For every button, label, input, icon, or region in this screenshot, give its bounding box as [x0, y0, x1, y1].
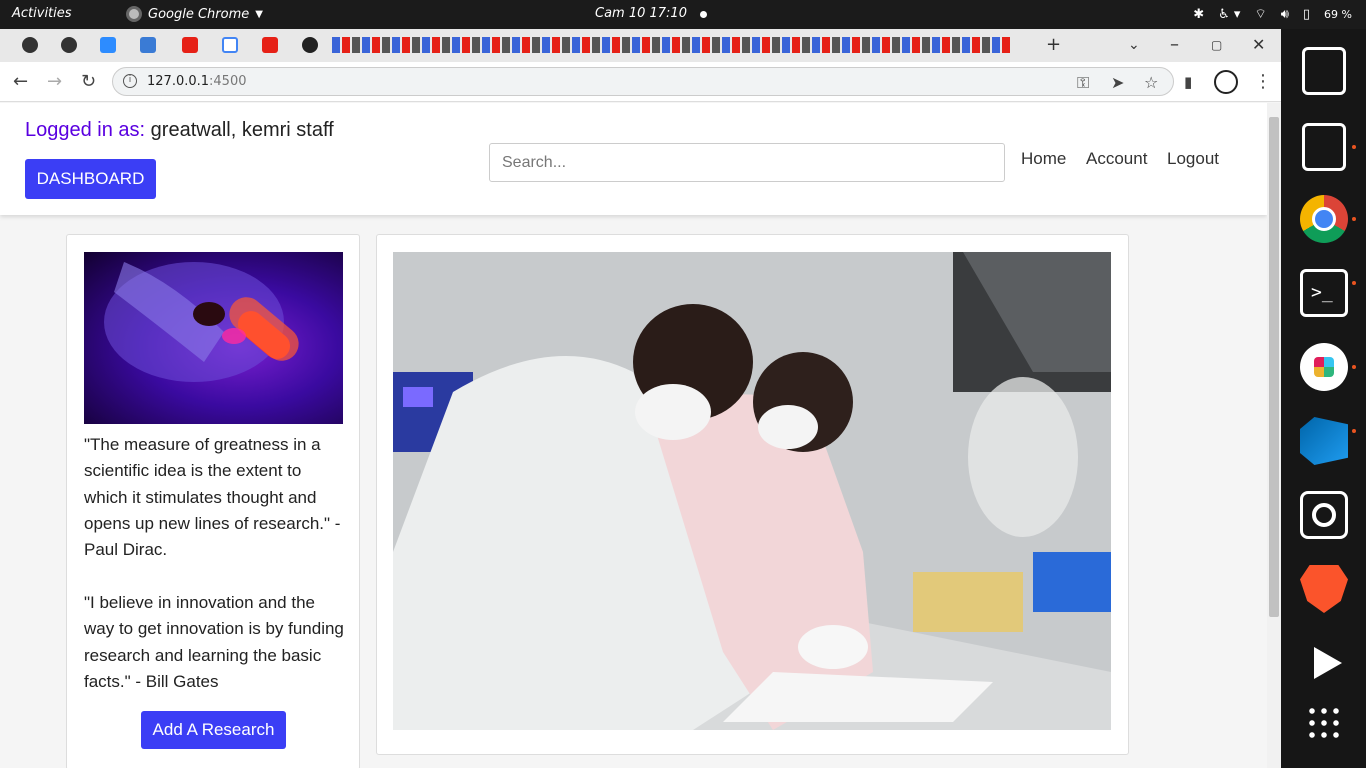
browser-toolbar: ← → ↻ i 127.0.0.1:4500 ⚿ ➤ ☆ ▮ ⋮: [0, 62, 1281, 102]
search-input[interactable]: [489, 143, 1005, 182]
tab-favicon-youtube-2[interactable]: [262, 37, 278, 53]
nav-home-link[interactable]: Home: [1021, 149, 1066, 169]
lab-researchers-image: [393, 252, 1111, 730]
battery-level: 69 %: [1324, 7, 1352, 21]
pinned-tabs-strip[interactable]: [332, 37, 1012, 53]
site-header: Logged in as: greatwall, kemri staff DAS…: [0, 103, 1267, 215]
chrome-small-icon: [126, 6, 142, 22]
obs-icon[interactable]: [1300, 491, 1348, 539]
battery-icon[interactable]: ▯: [1303, 7, 1310, 22]
notification-dot: [700, 11, 707, 18]
forward-icon[interactable]: →: [47, 71, 62, 92]
slack-tray-icon[interactable]: ✱: [1193, 7, 1204, 22]
wifi-icon[interactable]: ⌔: [1254, 6, 1266, 22]
tab-favicon-2[interactable]: [61, 37, 77, 53]
add-research-button[interactable]: Add A Research: [141, 711, 286, 749]
tab-favicon-google[interactable]: [222, 37, 238, 53]
slack-icon[interactable]: [1300, 343, 1348, 391]
side-panel-icon[interactable]: ▮: [1184, 73, 1192, 91]
tab-favicon-4[interactable]: [140, 37, 156, 53]
maximize-icon[interactable]: ▢: [1211, 38, 1222, 52]
address-bar[interactable]: i 127.0.0.1:4500 ⚿ ➤ ☆: [112, 67, 1174, 96]
video-player-icon[interactable]: [1300, 639, 1348, 687]
chevron-down-icon: ▼: [255, 8, 263, 20]
bookmark-star-icon[interactable]: ☆: [1144, 73, 1158, 92]
close-icon[interactable]: ✕: [1252, 35, 1265, 54]
quotes-card: "The measure of greatness in a scientifi…: [66, 234, 360, 768]
terminal-icon[interactable]: >_: [1300, 269, 1348, 317]
brave-icon[interactable]: [1300, 565, 1348, 613]
tab-favicon-zoom[interactable]: [100, 37, 116, 53]
tab-favicon-github[interactable]: [302, 37, 318, 53]
tab-strip: + ⌄ – ▢ ✕: [0, 29, 1281, 62]
url-text[interactable]: 127.0.0.1:4500: [147, 74, 247, 89]
extension-icon[interactable]: [1214, 70, 1238, 94]
url-host: 127.0.0.1: [147, 74, 210, 89]
logged-in-user: greatwall, kemri staff: [150, 119, 334, 141]
url-port: :4500: [209, 74, 247, 89]
logged-in-label: Logged in as:: [25, 119, 146, 141]
tab-favicon-youtube[interactable]: [182, 37, 198, 53]
app-menu[interactable]: Google Chrome ▼: [126, 6, 263, 22]
send-icon[interactable]: ➤: [1111, 73, 1124, 92]
back-icon[interactable]: ←: [13, 71, 28, 92]
chrome-icon[interactable]: [1300, 195, 1348, 243]
quote-dirac: "The measure of greatness in a scientifi…: [84, 435, 341, 560]
accessibility-icon[interactable]: ♿ ▾: [1218, 7, 1240, 22]
file-cabinet-icon[interactable]: [1302, 123, 1346, 171]
dashboard-button[interactable]: DASHBOARD: [25, 159, 156, 199]
running-indicator: [1352, 429, 1356, 433]
reload-icon[interactable]: ↻: [81, 71, 96, 92]
chrome-menu-icon[interactable]: ⋮: [1254, 71, 1272, 92]
page-viewport: Logged in as: greatwall, kemri staff DAS…: [0, 103, 1267, 768]
system-tray[interactable]: ✱ ♿ ▾ ⌔ 🔊︎ ▯ 69 %: [1193, 6, 1352, 23]
tab-favicon-1[interactable]: [22, 37, 38, 53]
text-editor-icon[interactable]: [1302, 47, 1346, 95]
app-dock: >_: [1281, 29, 1366, 768]
logged-in-info: Logged in as: greatwall, kemri staff: [25, 119, 334, 142]
activities-button[interactable]: Activities: [12, 6, 72, 21]
nav-logout-link[interactable]: Logout: [1167, 149, 1219, 169]
nav-account-link[interactable]: Account: [1086, 149, 1147, 169]
new-tab-icon[interactable]: +: [1046, 34, 1061, 55]
vscode-icon[interactable]: [1300, 417, 1348, 465]
clock[interactable]: Cam 10 17:10: [595, 6, 687, 21]
quote-gates: "I believe in innovation and the way to …: [84, 593, 344, 691]
running-indicator: [1352, 217, 1356, 221]
site-info-icon[interactable]: i: [123, 74, 137, 88]
app-grid-icon[interactable]: [1306, 705, 1342, 741]
app-name: Google Chrome: [148, 6, 250, 22]
system-top-bar: Activities Google Chrome ▼ Cam 10 17:10 ✱…: [0, 0, 1366, 29]
key-icon[interactable]: ⚿: [1077, 73, 1089, 93]
scrollbar-thumb[interactable]: [1269, 117, 1279, 617]
running-indicator: [1352, 145, 1356, 149]
tab-search-icon[interactable]: ⌄: [1128, 37, 1140, 53]
running-indicator: [1352, 365, 1356, 369]
running-indicator: [1352, 281, 1356, 285]
page-scrollbar[interactable]: [1267, 103, 1281, 768]
volume-icon[interactable]: 🔊︎: [1281, 7, 1289, 22]
test-tube-image: [84, 252, 343, 424]
minimize-icon[interactable]: –: [1170, 34, 1179, 55]
hero-card: [376, 234, 1129, 755]
